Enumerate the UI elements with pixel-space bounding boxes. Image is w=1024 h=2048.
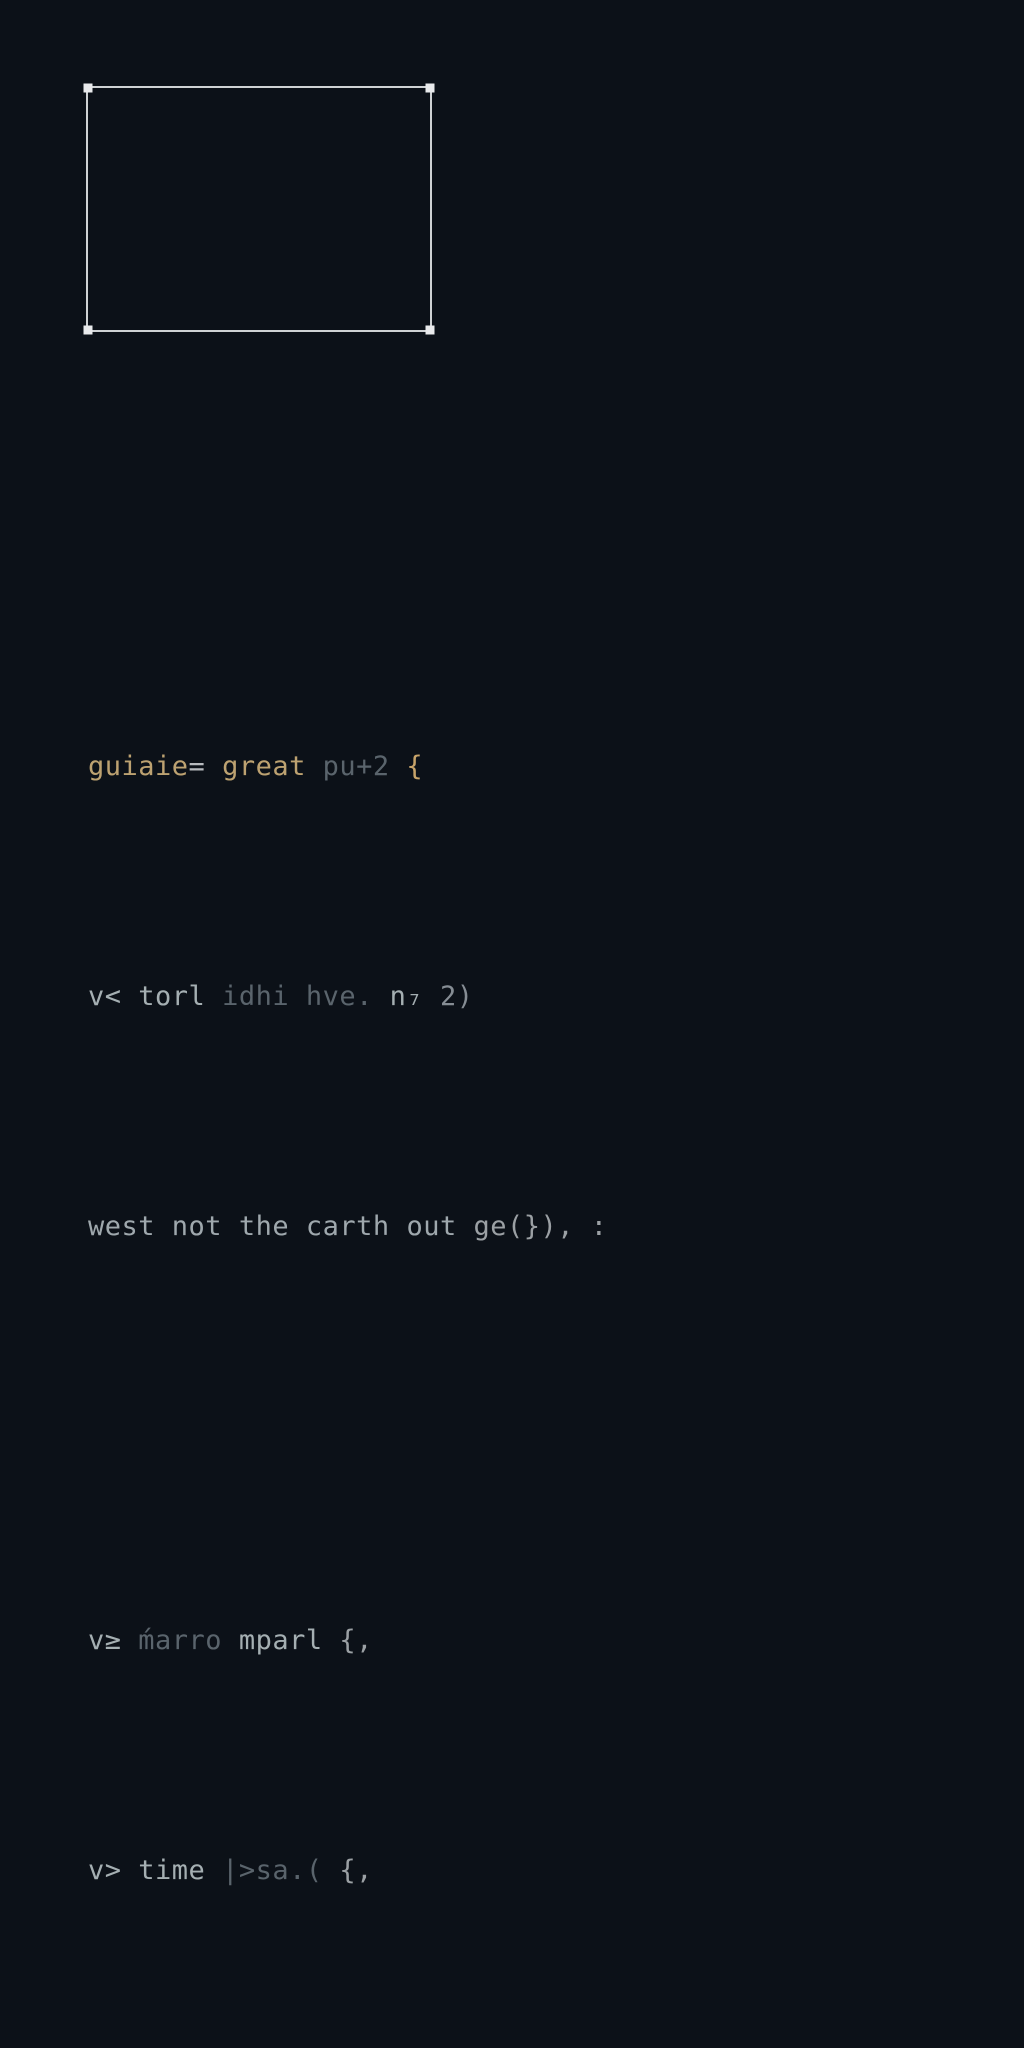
code-token: { <box>406 751 423 782</box>
code-token: = <box>189 751 206 782</box>
code-line: west not the carth out ge(}), : <box>88 1158 675 1250</box>
selection-rectangle[interactable] <box>86 86 432 332</box>
code-line: v≥ 3( = be plindo:s = rasital ); <box>88 2032 675 2048</box>
code-token: : <box>591 1211 608 1242</box>
code-line: v> time |>sa.( {, <box>88 1802 675 1894</box>
code-line: v≥ ḿarro mparl {, <box>88 1572 675 1664</box>
code-token: |>sa.( <box>222 1855 323 1886</box>
blank-line <box>88 1388 675 1434</box>
code-token: great <box>222 751 306 782</box>
code-token: 2) <box>440 981 474 1012</box>
code-token: {, <box>339 1855 373 1886</box>
code-token: mparl <box>239 1625 323 1656</box>
code-token: time <box>138 1855 205 1886</box>
code-token: idhi <box>222 981 289 1012</box>
code-token: west <box>88 1211 155 1242</box>
code-line: guiaie= great pu+2 { <box>88 698 675 790</box>
code-token: not <box>172 1211 222 1242</box>
code-line: v< torl idhi hve. n₇ 2) <box>88 928 675 1020</box>
code-token: the <box>239 1211 289 1242</box>
code-token: pu+2 <box>323 751 390 782</box>
code-token: {, <box>339 1625 373 1656</box>
code-token: v≥ <box>88 1625 122 1656</box>
code-token: hve. <box>306 981 373 1012</box>
code-token: n₇ <box>390 981 424 1012</box>
code-token: guiaie <box>88 751 189 782</box>
code-token: ḿarro <box>138 1625 222 1656</box>
code-token: out <box>406 1211 456 1242</box>
code-token: carth <box>306 1211 390 1242</box>
resize-handle-top-left[interactable] <box>84 84 93 93</box>
resize-handle-bottom-left[interactable] <box>84 326 93 335</box>
code-editor[interactable]: guiaie= great pu+2 { v< torl idhi hve. n… <box>88 560 675 2048</box>
code-token: torl <box>138 981 205 1012</box>
code-token: ge(}), <box>473 1211 574 1242</box>
code-token: v> <box>88 1855 122 1886</box>
code-token: v< <box>88 981 122 1012</box>
resize-handle-top-right[interactable] <box>426 84 435 93</box>
resize-handle-bottom-right[interactable] <box>426 326 435 335</box>
